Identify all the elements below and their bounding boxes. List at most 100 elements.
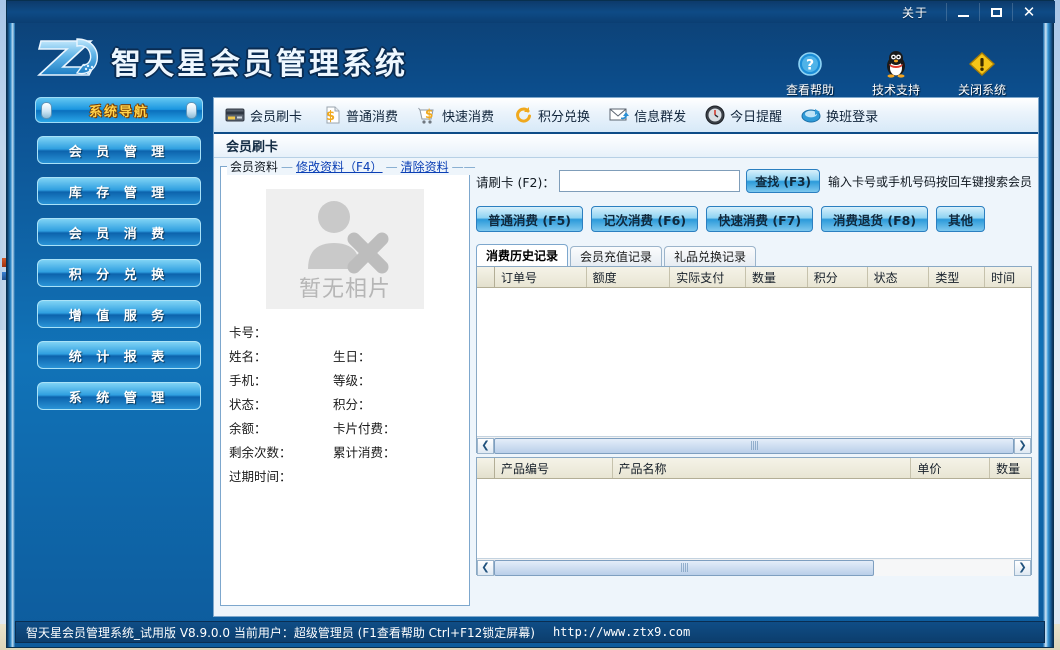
sidebar-item-member-management[interactable]: 会 员 管 理: [37, 136, 201, 164]
toolbar-item-shift-login[interactable]: 换班登录: [800, 104, 878, 126]
find-button[interactable]: 查找 (F3): [746, 169, 820, 193]
help-question-icon: ?: [797, 49, 823, 79]
product-col-quantity[interactable]: 数量: [990, 458, 1031, 478]
sidebar-header: 系统导航: [35, 97, 203, 123]
tab-consumption-history[interactable]: 消费历史记录: [476, 244, 569, 266]
history-scroll-thumb[interactable]: ||||: [494, 437, 1014, 454]
application-root: 关于 ✕ 智天星会员管理系统 ? 查看帮助 技术支持 关闭系统 系统导航 会 员…: [0, 0, 1060, 650]
sidebar-item-inventory-management[interactable]: 库 存 管 理: [37, 177, 201, 205]
svg-text:$: $: [425, 107, 433, 121]
history-col-type[interactable]: 类型: [929, 267, 986, 287]
header-tool-support[interactable]: 技术支持: [863, 49, 929, 98]
sidebar-item-value-added-services[interactable]: 增 值 服 务: [37, 300, 201, 328]
history-col-amount[interactable]: 额度: [587, 267, 671, 287]
scroll-grip-icon: ||||: [749, 440, 759, 451]
toolbar-item-today-reminder[interactable]: 今日提醒: [704, 104, 782, 126]
tab-recharge-records[interactable]: 会员充值记录: [570, 246, 663, 266]
product-scroll-track[interactable]: ||||: [494, 559, 1014, 576]
sidebar-item-label: 会 员 消 费: [68, 226, 170, 242]
member-field-label-expire-time: 过期时间：: [229, 468, 292, 484]
product-col-unit-price[interactable]: 单价: [911, 458, 991, 478]
content-panel: 会员刷卡 $ 普通消费 $ 快速消费 积分兑换 信息群发 今日提醒 换班登录 会…: [213, 97, 1039, 617]
header-tool-help-label: 查看帮助: [785, 83, 834, 97]
history-scroll-track[interactable]: ||||: [494, 437, 1014, 454]
other-button[interactable]: 其他: [936, 206, 986, 232]
toolbar-item-label: 快速消费: [442, 109, 495, 125]
history-col-quantity[interactable]: 数量: [746, 267, 808, 287]
history-grid-body[interactable]: [477, 288, 1031, 436]
swap-login-icon: [800, 104, 822, 126]
app-logo-icon: [37, 35, 103, 79]
page-title: 会员刷卡: [226, 140, 279, 155]
sidebar-item-points-exchange[interactable]: 积 分 兑 换: [37, 259, 201, 287]
minimize-button[interactable]: [946, 3, 979, 21]
member-field-row: 过期时间：: [229, 463, 465, 487]
normal-consumption-button[interactable]: 普通消费 (F5): [476, 206, 584, 232]
app-title: 智天星会员管理系统: [111, 47, 408, 82]
header-tool-group: ? 查看帮助 技术支持 关闭系统: [777, 49, 1015, 98]
toolbar-item-points-exchange[interactable]: 积分兑换: [512, 104, 590, 126]
member-field-row: 状态： 积分：: [229, 391, 465, 415]
return-consumption-button[interactable]: 消费退货 (F8): [821, 206, 929, 232]
member-photo-placeholder: 暂无相片: [266, 189, 424, 309]
scroll-left-arrow-icon[interactable]: ❮: [477, 559, 494, 576]
quick-consumption-button[interactable]: 快速消费 (F7): [706, 206, 814, 232]
clock-gauge-icon: [704, 104, 726, 126]
history-col-time[interactable]: 时间: [985, 267, 1031, 287]
history-col-points[interactable]: 积分: [808, 267, 868, 287]
toolbar-item-member-swipe[interactable]: 会员刷卡: [224, 104, 302, 126]
member-field-label-status: 状态：: [229, 396, 267, 412]
clear-member-link[interactable]: 清除资料: [401, 158, 449, 175]
window-controls: ✕: [946, 3, 1045, 21]
history-col-order-no[interactable]: 订单号: [495, 267, 587, 287]
sidebar-item-system-management[interactable]: 系 统 管 理: [37, 382, 201, 410]
money-document-icon: $: [320, 104, 342, 126]
envelope-icon: [608, 104, 630, 126]
close-button[interactable]: ✕: [1012, 3, 1045, 21]
window-right-edge: [1043, 1, 1053, 647]
member-field-list: 卡号： 姓名： 生日： 手机： 等级： 状态： 积分： 余额： 卡片付费： 剩余…: [229, 319, 465, 487]
history-col-status[interactable]: 状态: [868, 267, 930, 287]
sidebar-knob-left-icon: [41, 102, 52, 119]
product-col-product-name[interactable]: 产品名称: [613, 458, 912, 478]
toolbar-item-label: 普通消费: [346, 109, 399, 125]
history-grid-hscrollbar[interactable]: ❮ |||| ❯: [477, 436, 1031, 454]
maximize-button[interactable]: [979, 3, 1012, 21]
tab-gift-exchange-records[interactable]: 礼品兑换记录: [664, 246, 757, 266]
brand-header: 智天星会员管理系统 ? 查看帮助 技术支持 关闭系统: [15, 23, 1045, 97]
scroll-right-arrow-icon[interactable]: ❯: [1014, 437, 1031, 454]
toolbar-item-normal-consumption[interactable]: $ 普通消费: [320, 104, 398, 126]
product-col-product-no[interactable]: 产品编号: [495, 458, 613, 478]
product-grid-corner: [477, 458, 495, 478]
member-field-label-remaining-times: 剩余次数：: [229, 444, 292, 460]
header-tool-exit[interactable]: 关闭系统: [949, 49, 1015, 98]
about-menu-item[interactable]: 关于: [902, 4, 928, 21]
sidebar-item-statistics-report[interactable]: 统 计 报 表: [37, 341, 201, 369]
member-field-label-card-no: 卡号：: [229, 324, 267, 340]
member-field-label-points: 积分：: [333, 396, 371, 412]
main-window: 关于 ✕ 智天星会员管理系统 ? 查看帮助 技术支持 关闭系统 系统导航 会 员…: [6, 0, 1055, 648]
svg-text:$: $: [326, 109, 335, 124]
product-scroll-thumb[interactable]: ||||: [494, 559, 874, 576]
scroll-left-arrow-icon[interactable]: ❮: [477, 437, 494, 454]
member-field-label-card-fee: 卡片付费：: [333, 420, 396, 436]
scroll-right-arrow-icon[interactable]: ❯: [1014, 559, 1031, 576]
shopping-cart-money-icon: $: [416, 104, 438, 126]
member-field-label-total-consumption: 累计消费：: [333, 444, 396, 460]
header-tool-help[interactable]: ? 查看帮助: [777, 49, 843, 98]
edit-member-link[interactable]: 修改资料（F4）: [296, 158, 383, 175]
toolbar-item-bulk-message[interactable]: 信息群发: [608, 104, 686, 126]
member-field-row: 姓名： 生日：: [229, 343, 465, 367]
count-consumption-button[interactable]: 记次消费 (F6): [591, 206, 699, 232]
history-col-actual-payment[interactable]: 实际支付: [670, 267, 746, 287]
no-photo-person-icon: [308, 201, 389, 274]
product-grid-body[interactable]: [477, 479, 1031, 558]
sidebar-item-member-consumption[interactable]: 会 员 消 费: [37, 218, 201, 246]
product-grid-hscrollbar[interactable]: ❮ |||| ❯: [477, 558, 1031, 576]
record-tabs: 消费历史记录 会员充值记录 礼品兑换记录: [476, 244, 1032, 266]
card-search-input[interactable]: [558, 170, 741, 192]
history-grid: 订单号 额度 实际支付 数量 积分 状态 类型 时间 ❮ |||| ❯: [476, 266, 1032, 454]
member-info-groupbox: 会员资料 — 修改资料（F4） — 清除资料 —— 暂无相片 卡号： 姓名： 生…: [220, 158, 479, 606]
status-bar: 智天星会员管理系统_试用版 V8.9.0.0 当前用户：超级管理员 (F1查看帮…: [15, 621, 1045, 643]
toolbar-item-quick-consumption[interactable]: $ 快速消费: [416, 104, 494, 126]
